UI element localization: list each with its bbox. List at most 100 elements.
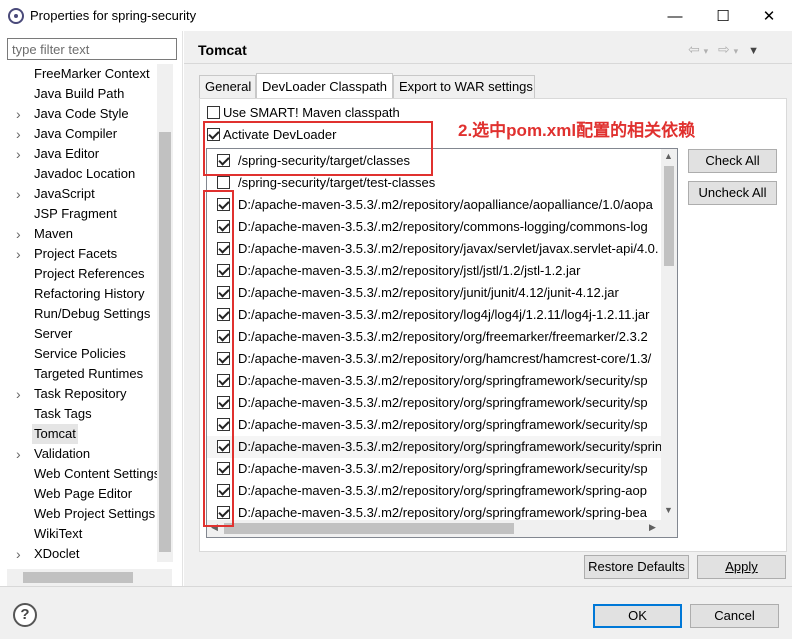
classpath-entry[interactable]: D:/apache-maven-3.5.3/.m2/repository/log… bbox=[207, 304, 667, 326]
classpath-entry[interactable]: /spring-security/target/test-classes bbox=[207, 172, 667, 194]
classpath-entry-checkbox[interactable] bbox=[217, 418, 230, 431]
tree-item[interactable]: FreeMarker Context bbox=[0, 64, 172, 84]
apply-button[interactable]: Apply bbox=[697, 555, 786, 579]
close-button[interactable]: ✕ bbox=[746, 3, 792, 29]
scroll-down-icon[interactable]: ▼ bbox=[664, 505, 673, 515]
classpath-entry-checkbox[interactable] bbox=[217, 264, 230, 277]
classpath-entry[interactable]: D:/apache-maven-3.5.3/.m2/repository/org… bbox=[207, 436, 677, 458]
tree-horizontal-scrollbar[interactable] bbox=[7, 569, 172, 586]
tree-item[interactable]: › Validation bbox=[0, 444, 172, 464]
classpath-entry-checkbox[interactable] bbox=[217, 154, 230, 167]
tree-item[interactable]: › Project Facets bbox=[0, 244, 172, 264]
expand-arrow-icon[interactable]: › bbox=[16, 184, 26, 204]
classpath-entry-checkbox[interactable] bbox=[217, 330, 230, 343]
check-all-button[interactable]: Check All bbox=[688, 149, 777, 173]
minimize-button[interactable]: — bbox=[652, 3, 698, 29]
tree-item[interactable]: › Java Editor bbox=[0, 144, 172, 164]
classpath-entry-checkbox[interactable] bbox=[217, 484, 230, 497]
tree-item[interactable]: Targeted Runtimes bbox=[0, 364, 172, 384]
classpath-entry-checkbox[interactable] bbox=[217, 198, 230, 211]
classpath-entry[interactable]: D:/apache-maven-3.5.3/.m2/repository/org… bbox=[207, 458, 667, 480]
tree-item[interactable]: Web Project Settings bbox=[0, 504, 172, 524]
scroll-left-icon[interactable]: ◀ bbox=[211, 522, 218, 533]
expand-arrow-icon[interactable]: › bbox=[16, 544, 26, 564]
scroll-thumb[interactable] bbox=[159, 132, 171, 552]
tree-item[interactable]: Run/Debug Settings bbox=[0, 304, 172, 324]
filter-input[interactable] bbox=[7, 38, 177, 60]
classpath-entry[interactable]: D:/apache-maven-3.5.3/.m2/repository/jst… bbox=[207, 260, 667, 282]
tab-general[interactable]: General bbox=[199, 75, 256, 99]
back-dropdown-icon[interactable]: ▾ bbox=[704, 46, 709, 56]
classpath-entry-checkbox[interactable] bbox=[217, 176, 230, 189]
tree-item[interactable]: Javadoc Location bbox=[0, 164, 172, 184]
tab-devloader-classpath[interactable]: DevLoader Classpath bbox=[256, 73, 393, 98]
tree-item[interactable]: Server bbox=[0, 324, 172, 344]
scroll-up-icon[interactable]: ▲ bbox=[664, 151, 673, 161]
list-vertical-scrollbar[interactable]: ▲ ▼ bbox=[661, 149, 677, 520]
cancel-button[interactable]: Cancel bbox=[690, 604, 779, 628]
expand-arrow-icon[interactable]: › bbox=[16, 224, 26, 244]
ok-button[interactable]: OK bbox=[593, 604, 682, 628]
scroll-thumb[interactable] bbox=[23, 572, 133, 583]
scroll-thumb[interactable] bbox=[664, 166, 674, 266]
tree-item[interactable]: Project References bbox=[0, 264, 172, 284]
tree-item[interactable]: Web Page Editor bbox=[0, 484, 172, 504]
view-menu-icon[interactable]: ▼ bbox=[748, 45, 759, 57]
tree-item[interactable]: WikiText bbox=[0, 524, 172, 544]
use-smart-checkbox[interactable] bbox=[207, 106, 220, 119]
classpath-entry[interactable]: D:/apache-maven-3.5.3/.m2/repository/org… bbox=[207, 392, 667, 414]
forward-dropdown-icon[interactable]: ▾ bbox=[734, 46, 739, 56]
expand-arrow-icon[interactable]: › bbox=[16, 244, 26, 264]
classpath-entry-checkbox[interactable] bbox=[217, 352, 230, 365]
tree-item[interactable]: JSP Fragment bbox=[0, 204, 172, 224]
classpath-entry-checkbox[interactable] bbox=[217, 396, 230, 409]
classpath-entry-checkbox[interactable] bbox=[217, 220, 230, 233]
expand-arrow-icon[interactable]: › bbox=[16, 104, 26, 124]
tree-item[interactable]: › JavaScript bbox=[0, 184, 172, 204]
classpath-entry[interactable]: D:/apache-maven-3.5.3/.m2/repository/org… bbox=[207, 326, 667, 348]
scroll-thumb[interactable] bbox=[224, 523, 514, 534]
expand-arrow-icon[interactable]: › bbox=[16, 144, 26, 164]
classpath-entry-checkbox[interactable] bbox=[217, 242, 230, 255]
expand-arrow-icon[interactable]: › bbox=[16, 124, 26, 144]
back-icon[interactable]: ⇦ bbox=[688, 41, 700, 57]
activate-devloader-checkbox[interactable] bbox=[207, 128, 220, 141]
tree-item[interactable]: › Java Compiler bbox=[0, 124, 172, 144]
uncheck-all-button[interactable]: Uncheck All bbox=[688, 181, 777, 205]
maximize-button[interactable]: ☐ bbox=[700, 3, 746, 29]
classpath-entry-checkbox[interactable] bbox=[217, 462, 230, 475]
tree-item[interactable]: › Maven bbox=[0, 224, 172, 244]
classpath-entry[interactable]: /spring-security/target/classes bbox=[207, 150, 667, 172]
tree-item[interactable]: Refactoring History bbox=[0, 284, 172, 304]
list-horizontal-scrollbar[interactable]: ◀ ▶ bbox=[207, 520, 661, 537]
classpath-entry[interactable]: D:/apache-maven-3.5.3/.m2/repository/jav… bbox=[207, 238, 667, 260]
tree-item[interactable]: › Task Repository bbox=[0, 384, 172, 404]
classpath-entry[interactable]: D:/apache-maven-3.5.3/.m2/repository/org… bbox=[207, 370, 667, 392]
tree-item[interactable]: › XDoclet bbox=[0, 544, 172, 564]
expand-arrow-icon[interactable]: › bbox=[16, 384, 26, 404]
tree-vertical-scrollbar[interactable] bbox=[157, 64, 173, 562]
tree-item[interactable]: Service Policies bbox=[0, 344, 172, 364]
classpath-entry-checkbox[interactable] bbox=[217, 506, 230, 519]
help-icon[interactable]: ? bbox=[13, 603, 37, 627]
tree-item[interactable]: Tomcat bbox=[0, 424, 172, 444]
tree-item[interactable]: › Java Code Style bbox=[0, 104, 172, 124]
classpath-entry[interactable]: D:/apache-maven-3.5.3/.m2/repository/org… bbox=[207, 348, 667, 370]
scroll-right-icon[interactable]: ▶ bbox=[649, 522, 656, 533]
classpath-entry[interactable]: D:/apache-maven-3.5.3/.m2/repository/com… bbox=[207, 216, 667, 238]
tree-item[interactable]: Java Build Path bbox=[0, 84, 172, 104]
classpath-entry-checkbox[interactable] bbox=[217, 440, 230, 453]
classpath-entry[interactable]: D:/apache-maven-3.5.3/.m2/repository/org… bbox=[207, 480, 667, 502]
classpath-entry[interactable]: D:/apache-maven-3.5.3/.m2/repository/aop… bbox=[207, 194, 667, 216]
classpath-entry-checkbox[interactable] bbox=[217, 374, 230, 387]
classpath-entry-checkbox[interactable] bbox=[217, 286, 230, 299]
forward-icon[interactable]: ⇨ bbox=[718, 41, 730, 57]
classpath-entry[interactable]: D:/apache-maven-3.5.3/.m2/repository/jun… bbox=[207, 282, 667, 304]
classpath-entry-checkbox[interactable] bbox=[217, 308, 230, 321]
classpath-entry[interactable]: D:/apache-maven-3.5.3/.m2/repository/org… bbox=[207, 414, 667, 436]
tree-item[interactable]: Web Content Settings bbox=[0, 464, 172, 484]
tab-export-war[interactable]: Export to WAR settings bbox=[393, 75, 535, 99]
expand-arrow-icon[interactable]: › bbox=[16, 444, 26, 464]
tree-item[interactable]: Task Tags bbox=[0, 404, 172, 424]
classpath-list[interactable]: /spring-security/target/classes/spring-s… bbox=[206, 148, 678, 538]
